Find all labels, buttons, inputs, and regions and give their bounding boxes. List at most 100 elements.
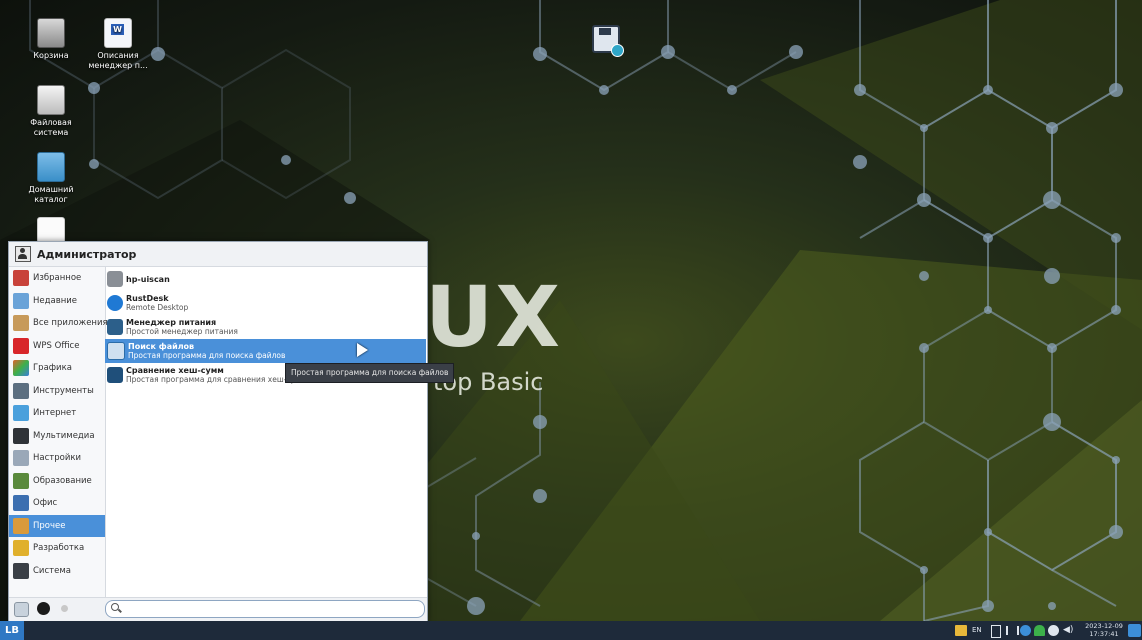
graphics-icon bbox=[13, 360, 29, 377]
clock-date: 2023-12-09 bbox=[1085, 622, 1123, 630]
category-label: Настройки bbox=[33, 453, 82, 464]
menu-footer bbox=[9, 597, 427, 621]
taskbar: LB EN ◀) 2023-12-09 17:37:41 bbox=[0, 621, 1142, 640]
recent-icon bbox=[13, 292, 29, 309]
category-label: Недавние bbox=[33, 295, 78, 306]
category-internet[interactable]: Интернет bbox=[9, 402, 105, 425]
clock-time: 17:37:41 bbox=[1089, 630, 1119, 638]
category-label: Система bbox=[33, 565, 71, 576]
search-box[interactable] bbox=[105, 600, 425, 618]
save-floppy-icon[interactable] bbox=[592, 25, 624, 57]
home-folder-icon bbox=[37, 152, 65, 182]
mouse-cursor-icon bbox=[357, 343, 368, 357]
category-recent[interactable]: Недавние bbox=[9, 290, 105, 313]
app-hp-uiscan[interactable]: hp-uiscan bbox=[105, 267, 426, 291]
scanner-icon bbox=[107, 271, 123, 287]
desktop-icon-home[interactable]: Домашний каталог bbox=[16, 152, 86, 205]
app-name: RustDesk bbox=[126, 294, 169, 303]
folder-icon[interactable] bbox=[955, 625, 967, 636]
category-settings[interactable]: Настройки bbox=[9, 447, 105, 470]
app-description: Простая программа для сравнения хеш-сум bbox=[126, 375, 301, 384]
tools-icon bbox=[13, 382, 29, 399]
wps-office-icon bbox=[13, 337, 29, 354]
settings-icon bbox=[13, 450, 29, 467]
favorites-icon bbox=[13, 270, 29, 287]
search-icon bbox=[111, 603, 119, 611]
category-wps-office[interactable]: WPS Office bbox=[9, 335, 105, 358]
category-label: Офис bbox=[33, 498, 58, 509]
update-icon[interactable] bbox=[1048, 625, 1059, 636]
clock[interactable]: 2023-12-09 17:37:41 bbox=[1082, 622, 1126, 638]
power-manager-icon bbox=[107, 319, 123, 335]
start-menu: Администратор Избранное Недавние Все при… bbox=[8, 241, 428, 621]
lock-icon[interactable] bbox=[37, 602, 50, 615]
preferences-icon[interactable] bbox=[14, 602, 29, 617]
file-search-icon bbox=[107, 342, 125, 360]
category-label: Графика bbox=[33, 363, 72, 374]
category-all-apps[interactable]: Все приложения bbox=[9, 312, 108, 335]
app-description: Remote Desktop bbox=[126, 303, 189, 312]
category-label: Инструменты bbox=[33, 385, 94, 396]
system-icon bbox=[13, 562, 29, 579]
logout-icon[interactable] bbox=[61, 605, 68, 612]
category-label: WPS Office bbox=[33, 340, 80, 351]
category-graphics[interactable]: Графика bbox=[9, 357, 105, 380]
desktop: UX top Basic Корзина Описания менеджер п… bbox=[0, 0, 1142, 621]
app-name: Поиск файлов bbox=[128, 342, 195, 351]
app-power-manager[interactable]: Менеджер питания Простой менеджер питания bbox=[105, 315, 426, 339]
desktop-icon-label: Файловая система bbox=[30, 118, 72, 137]
category-list: Избранное Недавние Все приложения WPS Of… bbox=[9, 267, 108, 597]
drive-icon bbox=[37, 85, 65, 115]
category-label: Избранное bbox=[33, 273, 82, 284]
category-other[interactable]: Прочее bbox=[9, 514, 105, 537]
rustdesk-icon bbox=[107, 295, 123, 311]
app-list: hp-uiscan RustDesk Remote Desktop Менедже… bbox=[105, 267, 426, 597]
other-icon bbox=[13, 517, 29, 534]
desktop-icon-label: Домашний каталог bbox=[28, 185, 74, 204]
start-button[interactable]: LB bbox=[0, 621, 24, 640]
document-icon bbox=[104, 18, 132, 48]
desktop-icon-trash[interactable]: Корзина bbox=[16, 18, 86, 61]
category-tools[interactable]: Инструменты bbox=[9, 380, 105, 403]
all-apps-icon bbox=[13, 315, 29, 332]
category-system[interactable]: Система bbox=[9, 560, 105, 583]
category-label: Прочее bbox=[33, 520, 66, 531]
app-description: Простая программа для поиска файлов bbox=[128, 351, 286, 360]
vpn-icon[interactable] bbox=[1020, 625, 1031, 636]
keyboard-layout[interactable]: EN bbox=[972, 626, 982, 637]
category-office[interactable]: Офис bbox=[9, 492, 105, 515]
multimedia-icon bbox=[13, 427, 29, 444]
desktop-icon-filesystem[interactable]: Файловая система bbox=[16, 85, 86, 138]
desktop-icon-label: Корзина bbox=[33, 51, 69, 60]
category-education[interactable]: Образование bbox=[9, 470, 105, 493]
category-multimedia[interactable]: Мультимедиа bbox=[9, 425, 105, 448]
hash-compare-icon bbox=[107, 367, 123, 383]
clipboard-icon[interactable] bbox=[991, 625, 1001, 638]
category-label: Все приложения bbox=[33, 318, 108, 329]
network-transfer-icon[interactable] bbox=[1006, 626, 1019, 635]
user-icon bbox=[15, 246, 31, 262]
desktop-icon-document[interactable]: Описания менеджер п... bbox=[83, 18, 153, 71]
internet-icon bbox=[13, 405, 29, 422]
trash-icon bbox=[37, 18, 65, 48]
search-input[interactable] bbox=[122, 602, 416, 614]
app-file-search[interactable]: Поиск файлов Простая программа для поиска… bbox=[105, 339, 426, 363]
category-label: Разработка bbox=[33, 543, 85, 554]
show-desktop-icon[interactable] bbox=[1128, 624, 1141, 637]
volume-icon[interactable]: ◀) bbox=[1063, 625, 1077, 636]
app-name: Сравнение хеш-сумм bbox=[126, 366, 224, 375]
wallpaper-logo-text: UX bbox=[425, 268, 562, 366]
user-name: Администратор bbox=[37, 247, 137, 261]
app-rustdesk[interactable]: RustDesk Remote Desktop bbox=[105, 291, 426, 315]
app-name: Менеджер питания bbox=[126, 318, 217, 327]
desktop-icon-label: Описания менеджер п... bbox=[88, 51, 148, 70]
office-icon bbox=[13, 495, 29, 512]
tooltip: Простая программа для поиска файлов bbox=[285, 363, 455, 383]
app-name: hp-uiscan bbox=[126, 274, 170, 284]
development-icon bbox=[13, 540, 29, 557]
category-favorites[interactable]: Избранное bbox=[9, 267, 105, 290]
menu-header: Администратор bbox=[9, 242, 427, 267]
android-icon[interactable] bbox=[1034, 625, 1045, 636]
category-development[interactable]: Разработка bbox=[9, 537, 105, 560]
education-icon bbox=[13, 472, 29, 489]
